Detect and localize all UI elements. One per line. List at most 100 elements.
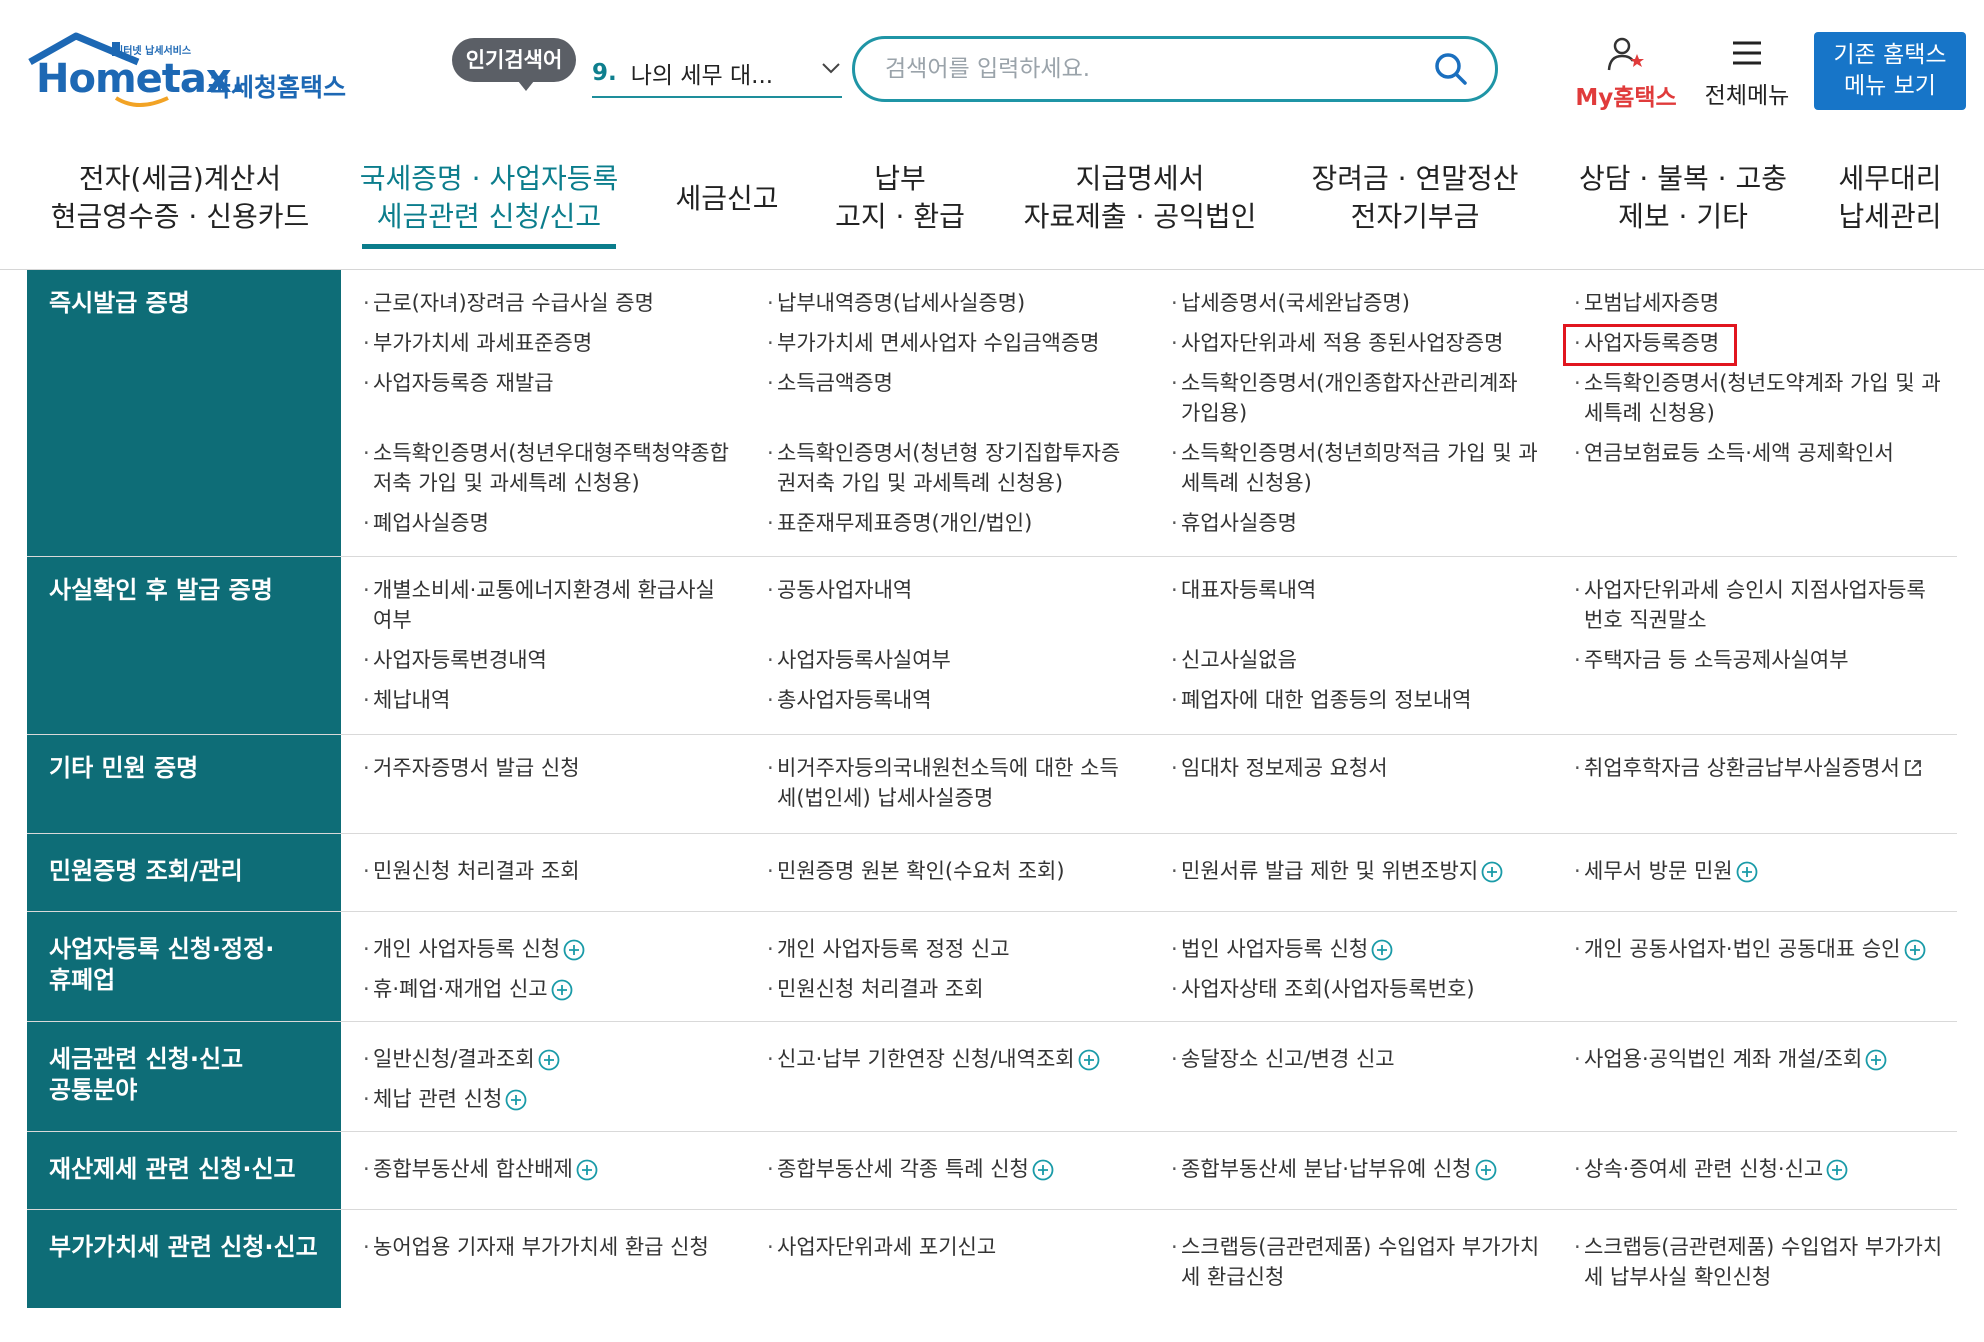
menu-link[interactable]: 근로(자녀)장려금 수급사실 증명 — [363, 288, 753, 318]
menu-link-expandable[interactable]: 상속·증여세 관련 신청·신고 — [1574, 1154, 1964, 1184]
nav-tab-tax-filing[interactable]: 세금신고 — [672, 180, 782, 218]
menu-link-label: 일반신청/결과조회 — [373, 1047, 535, 1071]
nav-tab-incentive[interactable]: 장려금 · 연말정산 전자기부금 — [1300, 160, 1530, 236]
menu-link-expandable[interactable]: 신고·납부 기한연장 신청/내역조회 — [767, 1044, 1167, 1074]
section-title-cell: 사업자등록 신청·정정· 휴폐업 — [27, 912, 341, 1021]
section-row: 민원증명 조회/관리 민원신청 처리결과 조회 민원증명 원본 확인(수요처 조… — [27, 834, 1957, 912]
plus-circle-icon[interactable] — [505, 1089, 527, 1111]
menu-link[interactable]: 사업자단위과세 승인시 지점사업자등록 번호 직권말소 — [1574, 575, 1954, 635]
menu-link[interactable]: 사업자등록사실여부 — [767, 645, 1157, 675]
menu-link[interactable]: 신고사실없음 — [1171, 645, 1561, 675]
menu-link-expandable[interactable]: 종합부동산세 각종 특례 신청 — [767, 1154, 1167, 1184]
section-title: 기타 민원 증명 — [49, 754, 199, 782]
old-menu-button[interactable]: 기존 홈택스 메뉴 보기 — [1814, 32, 1966, 110]
menu-link-external[interactable]: 취업후학자금 상환금납부사실증명서 — [1574, 753, 1964, 783]
menu-link[interactable]: 모범납세자증명 — [1574, 288, 1964, 318]
plus-circle-icon[interactable] — [1078, 1049, 1100, 1071]
menu-link[interactable]: 사업자단위과세 적용 종된사업장증명 — [1171, 328, 1561, 358]
menu-link-expandable[interactable]: 휴·폐업·재개업 신고 — [363, 974, 753, 1004]
plus-circle-icon[interactable] — [538, 1049, 560, 1071]
menu-link[interactable]: 스크랩등(금관련제품) 수입업자 부가가치 세 환급신청 — [1171, 1232, 1561, 1292]
chevron-down-icon[interactable] — [820, 56, 842, 78]
menu-link[interactable]: 대표자등록내역 — [1171, 575, 1561, 605]
menu-link-expandable[interactable]: 사업용·공익법인 계좌 개설/조회 — [1574, 1044, 1964, 1074]
menu-link[interactable]: 폐업사실증명 — [363, 508, 753, 538]
plus-circle-icon[interactable] — [1475, 1159, 1497, 1181]
menu-link[interactable]: 납부내역증명(납세사실증명) — [767, 288, 1157, 318]
menu-link[interactable]: 납세증명서(국세완납증명) — [1171, 288, 1561, 318]
menu-link-expandable[interactable]: 개인 공동사업자·법인 공동대표 승인 — [1574, 934, 1964, 964]
menu-link[interactable]: 개인 사업자등록 정정 신고 — [767, 934, 1157, 964]
all-menu-button[interactable]: 전체메뉴 — [1692, 36, 1802, 110]
menu-link[interactable]: 표준재무제표증명(개인/법인) — [767, 508, 1157, 538]
menu-link[interactable]: 개별소비세·교통에너지환경세 환급사실 여부 — [363, 575, 753, 635]
nav-tab-tax-agent[interactable]: 세무대리 납세관리 — [1830, 160, 1950, 236]
nav-tab-e-invoice[interactable]: 전자(세금)계산서 현금영수증 · 신용카드 — [50, 160, 310, 236]
my-hometax-button[interactable]: My홈택스 — [1566, 36, 1686, 112]
menu-link[interactable]: 민원신청 처리결과 조회 — [767, 974, 1157, 1004]
menu-link-label: 민원서류 발급 제한 및 위변조방지 — [1181, 859, 1479, 883]
menu-link[interactable]: 소득확인증명서(개인종합자산관리계좌 가입용) — [1171, 368, 1561, 428]
menu-link[interactable]: 사업자등록증 재발급 — [363, 368, 753, 398]
menu-link-expandable[interactable]: 종합부동산세 분납·납부유예 신청 — [1171, 1154, 1571, 1184]
menu-link[interactable]: 주택자금 등 소득공제사실여부 — [1574, 645, 1964, 675]
search-input[interactable] — [883, 55, 1407, 83]
menu-link[interactable]: 거주자증명서 발급 신청 — [363, 753, 753, 783]
menu-link[interactable]: 공동사업자내역 — [767, 575, 1157, 605]
menu-link[interactable]: 임대차 정보제공 요청서 — [1171, 753, 1561, 783]
menu-link[interactable]: 소득확인증명서(청년우대형주택청약종합 저축 가입 및 과세특례 신청용) — [363, 438, 753, 498]
highlight-box — [1563, 324, 1737, 366]
nav-tab-payment-statement[interactable]: 지급명세서 자료제출 · 공익법인 — [1020, 160, 1260, 236]
menu-link[interactable]: 사업자단위과세 포기신고 — [767, 1232, 1157, 1262]
plus-circle-icon[interactable] — [1371, 939, 1393, 961]
all-menu-label: 전체메뉴 — [1704, 83, 1790, 109]
menu-link[interactable]: 사업자등록변경내역 — [363, 645, 753, 675]
menu-link-label: 종합부동산세 합산배제 — [373, 1157, 573, 1181]
menu-link[interactable]: 폐업자에 대한 업종등의 정보내역 — [1171, 685, 1561, 715]
menu-link[interactable]: 민원신청 처리결과 조회 — [363, 856, 753, 886]
plus-circle-icon[interactable] — [563, 939, 585, 961]
plus-circle-icon[interactable] — [1904, 939, 1926, 961]
menu-link[interactable]: 송달장소 신고/변경 신고 — [1171, 1044, 1561, 1074]
menu-link-label: 사업용·공익법인 계좌 개설/조회 — [1584, 1047, 1863, 1071]
menu-link-expandable[interactable]: 체납 관련 신청 — [363, 1084, 753, 1114]
menu-link-expandable[interactable]: 종합부동산세 합산배제 — [363, 1154, 753, 1184]
menu-link[interactable]: 부가가치세 면세사업자 수입금액증명 — [767, 328, 1157, 358]
plus-circle-icon[interactable] — [1826, 1159, 1848, 1181]
menu-link[interactable]: 민원증명 원본 확인(수요처 조회) — [767, 856, 1157, 886]
nav-tab-payment[interactable]: 납부 고지 · 환급 — [830, 160, 970, 236]
menu-link-expandable[interactable]: 개인 사업자등록 신청 — [363, 934, 753, 964]
menu-link[interactable]: 소득확인증명서(청년희망적금 가입 및 과 세특례 신청용) — [1171, 438, 1561, 498]
menu-link[interactable]: 부가가치세 과세표준증명 — [363, 328, 753, 358]
menu-link[interactable]: 총사업자등록내역 — [767, 685, 1157, 715]
section-row: 재산제세 관련 신청·신고 종합부동산세 합산배제 종합부동산세 각종 특례 신… — [27, 1132, 1957, 1210]
menu-link[interactable]: 소득확인증명서(청년도약계좌 가입 및 과 세특례 신청용) — [1574, 368, 1954, 428]
logo-small-text: 인터넷 납세서비스 — [114, 46, 192, 57]
menu-link-expandable[interactable]: 법인 사업자등록 신청 — [1171, 934, 1561, 964]
menu-link-expandable[interactable]: 일반신청/결과조회 — [363, 1044, 753, 1074]
search-icon[interactable] — [1433, 51, 1469, 87]
menu-link[interactable]: 사업자상태 조회(사업자등록번호) — [1171, 974, 1561, 1004]
hometax-logo[interactable]: 인터넷 납세서비스 Hometax. 국세청홈택스 — [28, 32, 358, 117]
plus-circle-icon[interactable] — [1481, 861, 1503, 883]
plus-circle-icon[interactable] — [1865, 1049, 1887, 1071]
menu-link-expandable[interactable]: 세무서 방문 민원 — [1574, 856, 1964, 886]
menu-link-expandable[interactable]: 민원서류 발급 제한 및 위변조방지 — [1171, 856, 1571, 886]
plus-circle-icon[interactable] — [576, 1159, 598, 1181]
plus-circle-icon[interactable] — [551, 979, 573, 1001]
plus-circle-icon[interactable] — [1736, 861, 1758, 883]
menu-link[interactable]: 스크랩등(금관련제품) 수입업자 부가가치 세 납부사실 확인신청 — [1574, 1232, 1954, 1292]
menu-link[interactable]: 비거주자등의국내원천소득에 대한 소득 세(법인세) 납세사실증명 — [767, 753, 1157, 813]
section-title: 세금관련 신청·신고 공통분야 — [49, 1045, 244, 1104]
menu-link[interactable]: 연금보험료등 소득·세액 공제확인서 — [1574, 438, 1954, 468]
plus-circle-icon[interactable] — [1032, 1159, 1054, 1181]
menu-link[interactable]: 소득확인증명서(청년형 장기집합투자증 권저축 가입 및 과세특례 신청용) — [767, 438, 1157, 498]
menu-link[interactable]: 휴업사실증명 — [1171, 508, 1561, 538]
nav-tab-certificates[interactable]: 국세증명 · 사업자등록 세금관련 신청/신고 — [358, 160, 620, 236]
menu-link[interactable]: 소득금액증명 — [767, 368, 1157, 398]
popular-search-term[interactable]: 9. 나의 세무 대... — [592, 50, 842, 98]
nav-tab-consulting[interactable]: 상담 · 불복 · 고충 제보 · 기타 — [1568, 160, 1798, 236]
section-row: 사업자등록 신청·정정· 휴폐업 개인 사업자등록 신청 개인 사업자등록 정정… — [27, 912, 1957, 1022]
menu-link[interactable]: 농어업용 기자재 부가가치세 환급 신청 — [363, 1232, 753, 1262]
menu-link[interactable]: 체납내역 — [363, 685, 753, 715]
